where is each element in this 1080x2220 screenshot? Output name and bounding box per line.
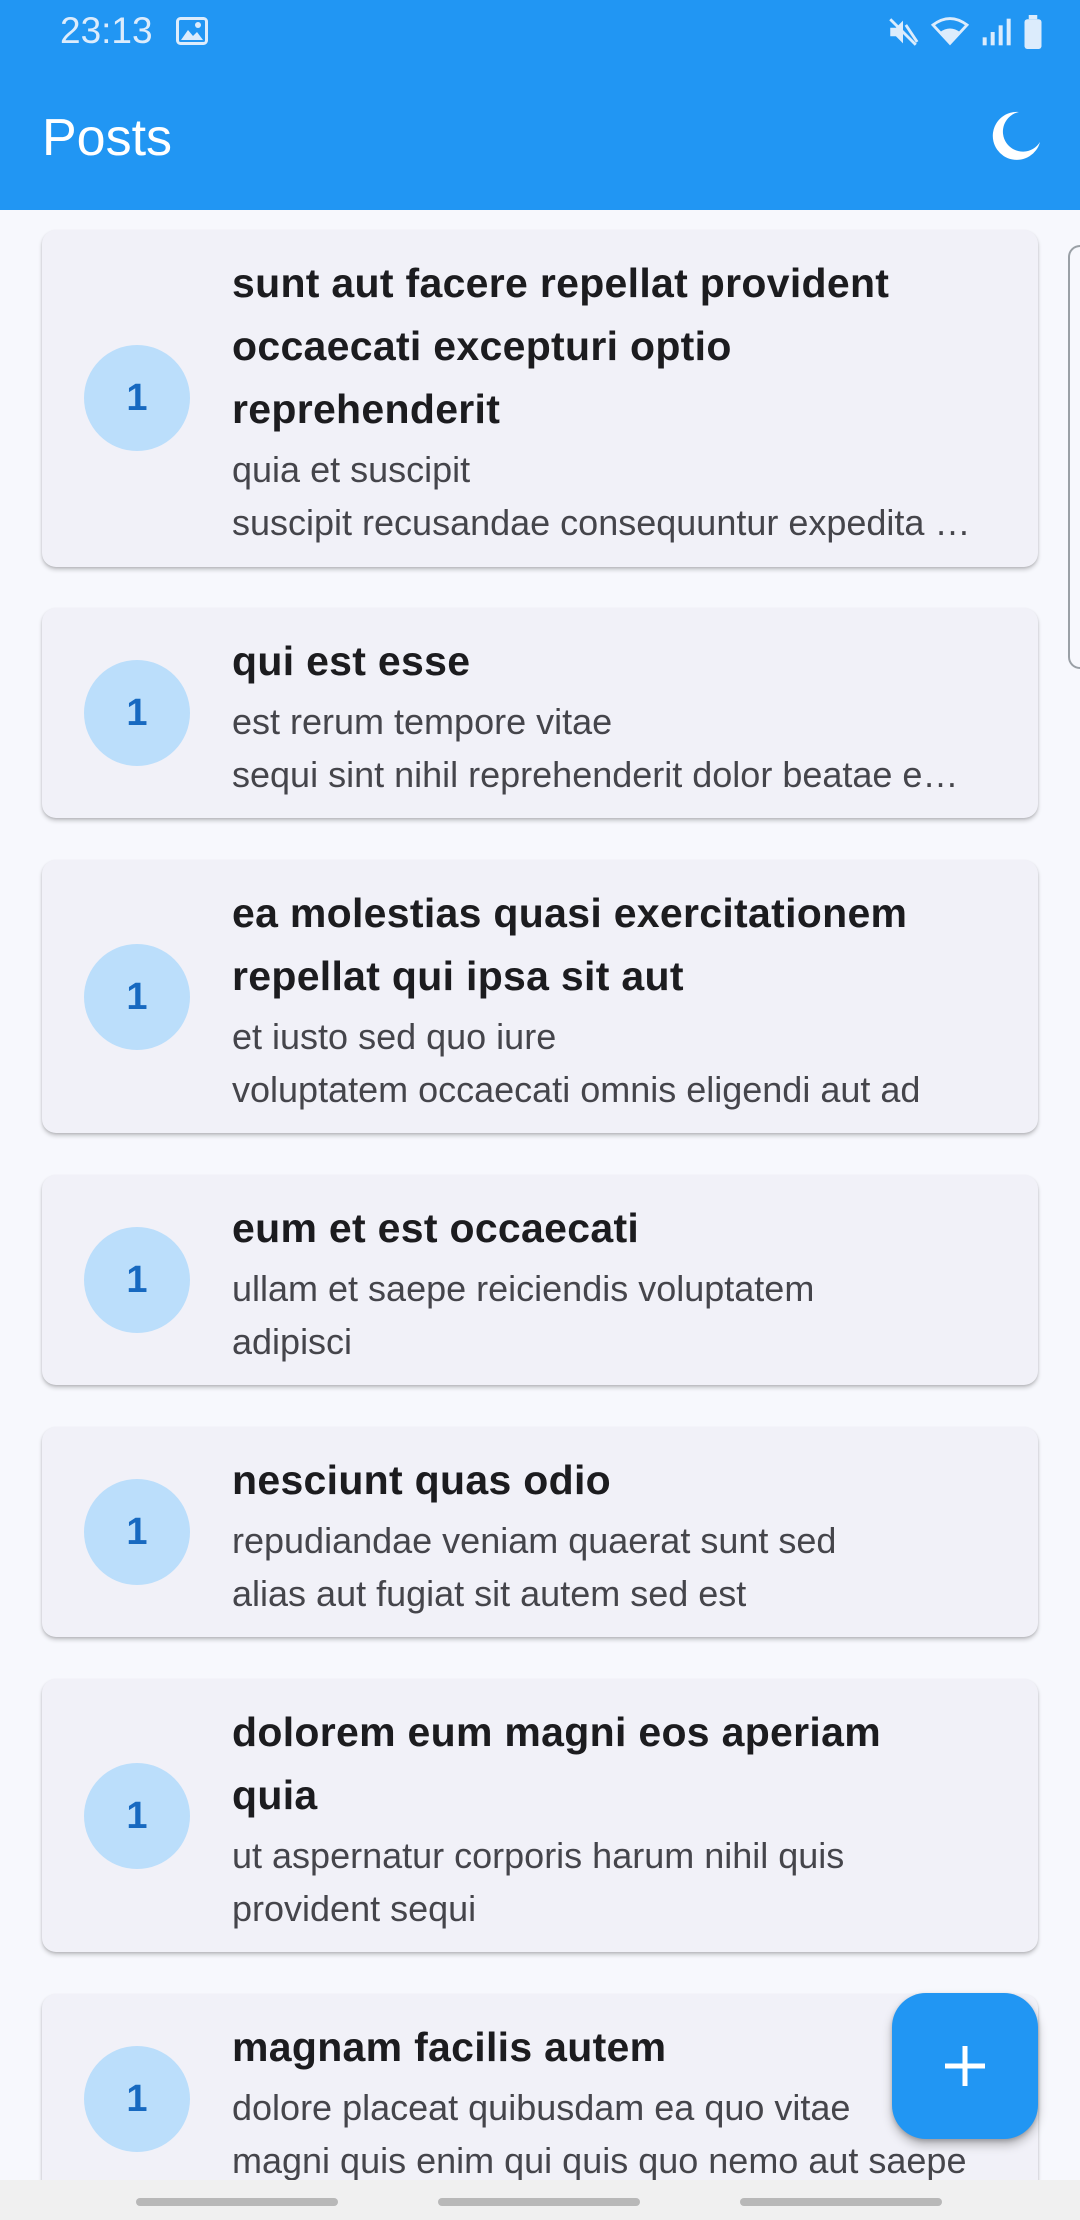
status-time: 23:13 (60, 10, 153, 51)
post-body: quia et suscipit suscipit recusandae con… (232, 443, 976, 549)
post-body: est rerum tempore vitae sequi sint nihil… (232, 695, 976, 801)
post-body-line: ullam et saepe reiciendis voluptatem (232, 1268, 815, 1309)
post-title: ea molestias quasi exercitationem repell… (232, 890, 908, 999)
app-screen: 23:13 Posts 1 sunt aut facere repellat p… (0, 0, 1080, 2220)
signal-icon (980, 15, 1012, 49)
status-bar: 23:13 (0, 0, 1080, 66)
post-card[interactable]: 1 ea molestias quasi exercitationem repe… (42, 860, 1038, 1133)
nav-handle[interactable] (740, 2198, 942, 2206)
wifi-icon (930, 15, 970, 49)
posts-list[interactable]: 1 sunt aut facere repellat provident occ… (0, 210, 1080, 2180)
post-body-line: provident sequi (232, 1888, 477, 1929)
post-body: ut aspernatur corporis harum nihil quis … (232, 1829, 976, 1935)
post-body-line: quia et suscipit (232, 449, 471, 490)
post-title: magnam facilis autem (232, 2024, 667, 2070)
nav-handle[interactable] (438, 2198, 640, 2206)
post-title: sunt aut facere repellat provident occae… (232, 260, 890, 432)
post-body: dolore placeat quibusdam ea quo vitae ma… (232, 2081, 976, 2180)
post-body-line: et iusto sed quo iure (232, 1016, 557, 1057)
user-avatar: 1 (84, 944, 190, 1050)
post-title: eum et est occaecati (232, 1205, 640, 1251)
post-body: ullam et saepe reiciendis voluptatem adi… (232, 1262, 976, 1368)
post-body-line: alias aut fugiat sit autem sed est (232, 1573, 747, 1614)
post-title: qui est esse (232, 638, 471, 684)
post-title: dolorem eum magni eos aperiam quia (232, 1709, 881, 1818)
navigation-bar (0, 2180, 1080, 2220)
post-title: nesciunt quas odio (232, 1457, 611, 1503)
nav-handle[interactable] (136, 2198, 338, 2206)
post-card[interactable]: 1 sunt aut facere repellat provident occ… (42, 230, 1038, 567)
theme-toggle-button[interactable] (988, 108, 1044, 164)
app-bar: 23:13 Posts (0, 0, 1080, 210)
user-avatar: 1 (84, 660, 190, 766)
mute-icon (886, 15, 920, 49)
user-avatar: 1 (84, 1479, 190, 1585)
post-card[interactable]: 1 dolorem eum magni eos aperiam quia ut … (42, 1679, 1038, 1952)
post-body-line: magni quis enim qui quis quo nemo aut sa… (232, 2140, 967, 2180)
post-body: et iusto sed quo iure voluptatem occaeca… (232, 1010, 976, 1116)
post-body-line: ut aspernatur corporis harum nihil quis (232, 1835, 845, 1876)
add-post-button[interactable] (892, 1993, 1038, 2139)
post-body: repudiandae veniam quaerat sunt sed alia… (232, 1514, 976, 1620)
post-body-line: sequi sint nihil reprehenderit dolor bea… (232, 754, 976, 795)
post-body-line: repudiandae veniam quaerat sunt sed (232, 1520, 837, 1561)
post-card[interactable]: 1 magnam facilis autem dolore placeat qu… (42, 1994, 1038, 2180)
post-card[interactable]: 1 qui est esse est rerum tempore vitae s… (42, 608, 1038, 818)
post-body-line: suscipit recusandae consequuntur expedit… (232, 502, 976, 543)
status-icons (886, 12, 1044, 52)
post-body-line: est rerum tempore vitae (232, 701, 613, 742)
battery-icon (1022, 15, 1044, 49)
gallery-icon (176, 17, 208, 45)
post-body-line: dolore placeat quibusdam ea quo vitae (232, 2087, 851, 2128)
plus-icon (945, 2046, 985, 2086)
moon-icon (992, 111, 1040, 160)
user-avatar: 1 (84, 1763, 190, 1869)
post-body-line: adipisci (232, 1321, 353, 1362)
page-title: Posts (42, 109, 173, 167)
post-card[interactable]: 1 eum et est occaecati ullam et saepe re… (42, 1175, 1038, 1385)
scrollbar-thumb[interactable] (1068, 245, 1080, 669)
user-avatar: 1 (84, 345, 190, 451)
post-body-line: voluptatem occaecati omnis eligendi aut … (232, 1069, 921, 1110)
post-card[interactable]: 1 nesciunt quas odio repudiandae veniam … (42, 1427, 1038, 1637)
user-avatar: 1 (84, 1227, 190, 1333)
user-avatar: 1 (84, 2046, 190, 2152)
